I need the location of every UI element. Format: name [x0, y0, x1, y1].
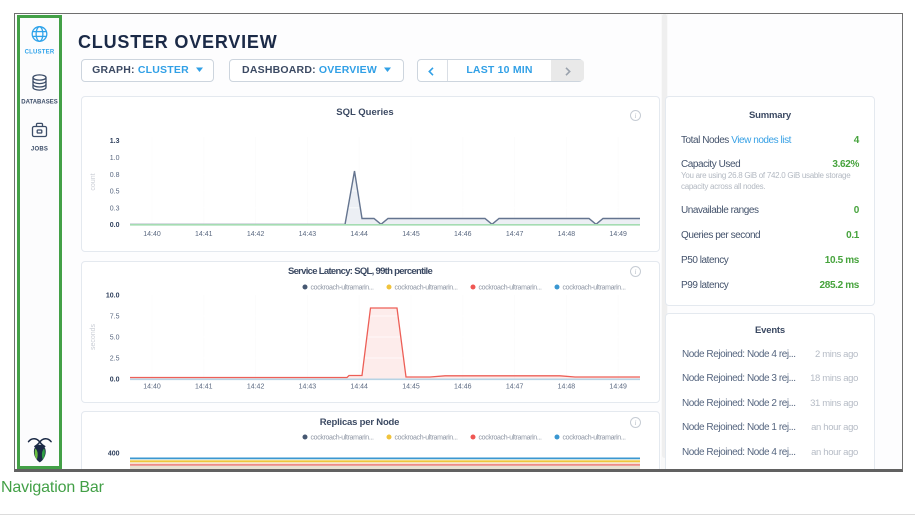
svg-text:14:40: 14:40: [143, 384, 161, 391]
svg-text:cockroach-ultramarin...: cockroach-ultramarin...: [479, 285, 543, 292]
svg-text:10.0: 10.0: [106, 293, 120, 300]
svg-text:14:45: 14:45: [402, 384, 420, 391]
svg-text:0.0: 0.0: [110, 222, 120, 229]
svg-text:14:44: 14:44: [350, 384, 368, 391]
svg-text:14:47: 14:47: [506, 384, 524, 391]
svg-text:14:41: 14:41: [195, 231, 213, 238]
svg-text:14:42: 14:42: [247, 384, 265, 391]
svg-text:14:46: 14:46: [454, 384, 472, 391]
svg-text:seconds: seconds: [90, 323, 97, 350]
svg-text:14:47: 14:47: [506, 231, 524, 238]
svg-text:14:46: 14:46: [454, 231, 472, 238]
svg-text:cockroach-ultramarin...: cockroach-ultramarin...: [563, 285, 627, 292]
svg-text:5.0: 5.0: [110, 335, 120, 342]
svg-text:CLUSTER: CLUSTER: [25, 50, 55, 56]
svg-text:2.5: 2.5: [110, 356, 120, 363]
svg-text:count: count: [90, 173, 97, 190]
svg-text:14:48: 14:48: [558, 384, 576, 391]
svg-text:14:49: 14:49: [609, 231, 627, 238]
svg-text:14:40: 14:40: [143, 231, 161, 238]
svg-text:14:42: 14:42: [247, 231, 265, 238]
svg-text:14:41: 14:41: [195, 384, 213, 391]
svg-text:14:48: 14:48: [558, 231, 576, 238]
svg-text:0.0: 0.0: [110, 377, 120, 384]
svg-text:14:49: 14:49: [609, 384, 627, 391]
svg-text:400: 400: [108, 451, 120, 458]
svg-text:14:43: 14:43: [299, 231, 317, 238]
svg-text:JOBS: JOBS: [31, 147, 48, 153]
svg-text:DATABASES: DATABASES: [21, 100, 57, 106]
svg-text:0.5: 0.5: [110, 189, 120, 196]
svg-text:0.8: 0.8: [110, 172, 120, 179]
svg-text:14:45: 14:45: [402, 231, 420, 238]
svg-text:0.3: 0.3: [110, 205, 120, 212]
svg-text:cockroach-ultramarin...: cockroach-ultramarin...: [479, 435, 543, 442]
svg-text:7.5: 7.5: [110, 314, 120, 321]
svg-text:14:43: 14:43: [299, 384, 317, 391]
svg-text:1.3: 1.3: [110, 138, 120, 145]
svg-text:cockroach-ultramarin...: cockroach-ultramarin...: [395, 435, 459, 442]
svg-text:cockroach-ultramarin...: cockroach-ultramarin...: [395, 285, 459, 292]
svg-text:cockroach-ultramarin...: cockroach-ultramarin...: [311, 285, 375, 292]
svg-text:cockroach-ultramarin...: cockroach-ultramarin...: [311, 435, 375, 442]
svg-text:1.0: 1.0: [110, 155, 120, 162]
svg-text:cockroach-ultramarin...: cockroach-ultramarin...: [563, 435, 627, 442]
svg-text:14:44: 14:44: [350, 231, 368, 238]
